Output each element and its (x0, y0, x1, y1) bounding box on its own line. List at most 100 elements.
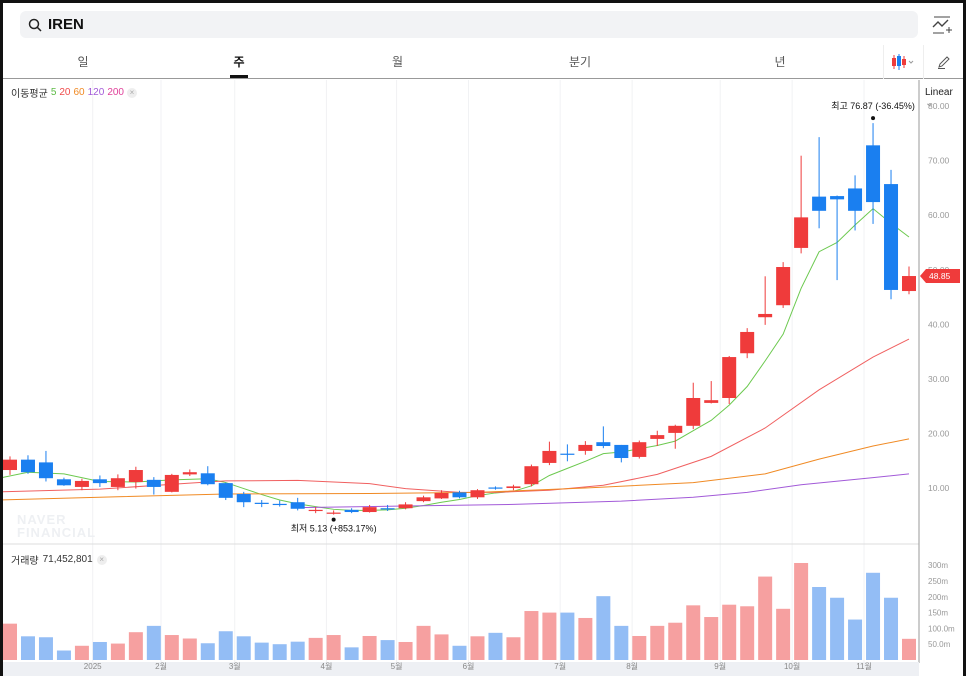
price-tick-label: 60.00 (928, 210, 950, 220)
candle-body (560, 453, 575, 455)
date-tick-label: 5월 (391, 661, 403, 671)
candle-body (488, 487, 503, 489)
volume-bar (3, 623, 17, 660)
volume-bar (272, 644, 287, 660)
candle-body (506, 486, 521, 489)
candle-body (686, 397, 701, 426)
chart-add-icon[interactable] (931, 15, 953, 35)
tab-day[interactable]: 일 (3, 45, 163, 78)
candle-body (254, 502, 269, 504)
candle-body (596, 442, 611, 447)
date-tick-label: 2월 (155, 661, 167, 671)
ma-line-5 (3, 207, 910, 511)
price-tick-label: 20.00 (928, 428, 950, 438)
volume-tick-label: 250m (928, 577, 948, 586)
tab-quarter[interactable]: 분기 (480, 45, 680, 78)
volume-bar (218, 631, 233, 660)
date-tick-label: 4월 (321, 661, 333, 671)
volume-bar (38, 637, 53, 660)
volume-tick-label: 150m (928, 609, 948, 618)
volume-bar (812, 587, 827, 660)
volume-bar (884, 597, 899, 660)
price-chart[interactable]: 10.0020.0030.0040.0050.0060.0070.0080.00… (3, 80, 960, 676)
naver-financial-watermark: NAVER FINANCIAL (17, 513, 96, 539)
volume-bar (830, 597, 845, 660)
volume-bar (416, 625, 431, 660)
tab-year[interactable]: 년 (680, 45, 880, 78)
candle-body (344, 509, 359, 513)
current-price-label: 48.85 (929, 271, 951, 281)
candle-body (812, 196, 827, 211)
time-axis (3, 662, 919, 676)
volume-bar (236, 636, 251, 660)
candle-body (110, 478, 125, 487)
candle-body (758, 313, 773, 318)
candle-body (416, 497, 431, 502)
candle-body (704, 400, 719, 403)
volume-bar (902, 638, 916, 660)
ma-60[interactable]: 60 (74, 87, 85, 98)
chart-window: IREN 일 주 월 분기 년 10.00 20.00 30.00 40.00 50.0… (3, 3, 963, 676)
volume-bar (254, 642, 269, 660)
ma-5[interactable]: 5 (51, 87, 57, 98)
candle-body (578, 444, 593, 451)
ma-120[interactable]: 120 (88, 87, 105, 98)
volume-bar (632, 635, 647, 660)
candle-body (542, 450, 557, 463)
candle-body (74, 480, 89, 487)
search-bar[interactable]: IREN (20, 11, 918, 38)
volume-bar (740, 606, 755, 660)
volume-bar (560, 612, 575, 660)
candle-body (524, 466, 539, 485)
volume-tick-label: 200m (928, 593, 948, 602)
draw-button[interactable] (923, 45, 963, 79)
ma-20[interactable]: 20 (59, 87, 70, 98)
candle-body (182, 472, 197, 475)
chart-type-button[interactable] (883, 45, 921, 79)
pencil-icon (937, 56, 950, 69)
volume-bar (362, 635, 377, 660)
ma-line-60 (3, 438, 910, 501)
candle-body (146, 479, 161, 487)
volume-bar (596, 596, 611, 660)
volume-bar (794, 562, 809, 660)
date-tick-label: 8월 (626, 661, 638, 671)
volume-bar (704, 617, 719, 660)
search-icon (28, 18, 42, 32)
candle-body (434, 492, 449, 499)
close-icon[interactable]: × (127, 87, 137, 98)
watermark-line: FINANCIAL (17, 525, 97, 540)
volume-bar (128, 632, 143, 660)
volume-tick-label: 50.0m (928, 640, 951, 649)
volume-bar (434, 634, 449, 660)
volume-bar (524, 611, 539, 660)
candle-body (218, 483, 233, 498)
candle-body (3, 459, 17, 471)
volume-bar (200, 643, 215, 660)
volume-bar (164, 635, 179, 660)
volume-bar (866, 572, 881, 660)
volume-bar (506, 637, 521, 660)
candle-body (740, 331, 755, 354)
date-tick-label: 6월 (463, 661, 475, 671)
tab-month[interactable]: 월 (315, 45, 480, 78)
scale-selector[interactable]: Linear ⌄ (925, 87, 963, 109)
volume-value: 71,452,801 (42, 554, 93, 565)
close-icon[interactable]: × (96, 554, 107, 565)
ma-label: 이동평균 (11, 89, 48, 100)
candle-body (776, 267, 791, 306)
ma-200[interactable]: 200 (107, 87, 124, 98)
candle-body (470, 490, 485, 498)
search-query[interactable]: IREN (48, 16, 84, 33)
low_label-marker (331, 517, 336, 522)
candle-body (128, 470, 143, 483)
candle-body (632, 442, 647, 457)
date-tick-label: 9월 (714, 661, 726, 671)
volume-bar (182, 638, 197, 660)
volume-bar (290, 641, 305, 660)
price-tick-label: 10.00 (928, 483, 950, 493)
ma-line-120 (297, 473, 910, 509)
tab-week[interactable]: 주 (163, 45, 315, 78)
volume-bar (488, 632, 503, 660)
candle-body (722, 357, 737, 398)
